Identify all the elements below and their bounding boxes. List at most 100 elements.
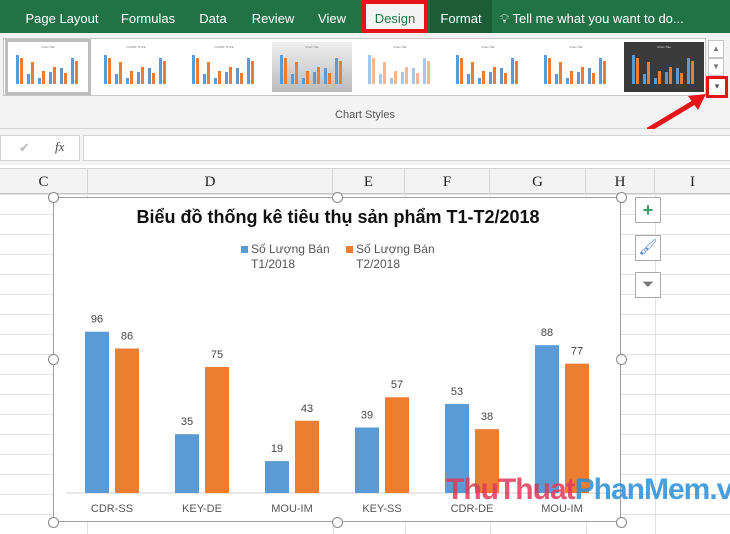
thumbnail-bar (130, 71, 133, 84)
data-label: 77 (571, 346, 583, 358)
data-label: 35 (181, 416, 193, 428)
thumbnail-bar (280, 55, 283, 84)
tab-data[interactable]: Data (192, 0, 234, 33)
data-label: 38 (481, 411, 493, 423)
resize-handle[interactable] (616, 517, 627, 528)
thumbnail-bar (313, 72, 316, 84)
chart-styles-brush-icon[interactable]: 🖌︎ (635, 235, 661, 261)
thumbnail-bar (401, 72, 404, 84)
data-label: 88 (541, 327, 553, 339)
category-label: CDR-SS (91, 503, 133, 515)
data-label: 86 (121, 331, 133, 343)
formula-buttons: ✔ fx (0, 135, 80, 161)
chart-elements-plus-icon[interactable]: + (635, 197, 661, 223)
tab-review[interactable]: Review (246, 0, 300, 33)
bar-t2[interactable] (385, 397, 409, 493)
thumbnail-bar (119, 61, 122, 84)
chart-style-thumbnail[interactable]: Chart Title (536, 42, 616, 92)
column-header-g[interactable]: G (490, 169, 586, 194)
bar-t1[interactable] (175, 434, 199, 493)
chart-style-thumbnail[interactable]: Chart Title (272, 42, 352, 92)
bar-t1[interactable] (535, 345, 559, 493)
chart-style-thumbnail[interactable]: CHART TITLE (96, 42, 176, 92)
chart-style-thumbnail[interactable]: Chart Title (624, 42, 704, 92)
chart-style-thumbnail[interactable]: CHART TITLE (184, 42, 264, 92)
column-header-e[interactable]: E (333, 169, 405, 194)
bar-t1[interactable] (85, 331, 109, 493)
thumbnail-bar (548, 58, 551, 84)
tell-me-search[interactable]: 💡︎ Tell me what you want to do... (500, 0, 700, 33)
tab-design[interactable]: Design (362, 0, 428, 33)
thumbnail-bar (108, 58, 111, 84)
thumbnail-bar (665, 72, 668, 84)
resize-handle[interactable] (48, 517, 59, 528)
resize-handle[interactable] (48, 192, 59, 203)
thumbnail-bar (405, 66, 408, 84)
thumbnail-bar (559, 61, 562, 84)
enter-check-icon[interactable]: ✔ (19, 140, 30, 156)
thumbnail-title: Chart Title (41, 45, 55, 49)
thumbnail-bar (148, 68, 151, 84)
thumbnail-bar (372, 58, 375, 84)
tab-page-layout[interactable]: Page Layout (18, 0, 106, 33)
column-header-f[interactable]: F (405, 169, 490, 194)
thumbnail-bar (126, 78, 129, 84)
data-label: 39 (361, 409, 373, 421)
thumbnail-bar (394, 71, 397, 84)
thumbnail-bar (544, 55, 547, 84)
resize-handle[interactable] (332, 517, 343, 528)
thumbnail-bar (500, 68, 503, 84)
thumbnail-bar (390, 78, 393, 84)
tab-view[interactable]: View (310, 0, 354, 33)
data-label: 43 (301, 403, 313, 415)
thumbnail-bar (592, 72, 595, 84)
insert-function-icon[interactable]: fx (55, 139, 64, 155)
resize-handle[interactable] (48, 354, 59, 365)
thumbnail-bar (27, 73, 30, 84)
thumbnail-bar (192, 55, 195, 84)
chart-style-thumbnail[interactable]: Chart Title (360, 42, 440, 92)
column-headers: C D E F G H I (0, 168, 730, 194)
thumbnail-bar (251, 60, 254, 84)
column-header-d[interactable]: D (88, 169, 333, 194)
thumbnail-bar (104, 55, 107, 84)
thumbnail-bar (680, 72, 683, 84)
bar-t2[interactable] (115, 348, 139, 493)
thumbnail-bar (676, 68, 679, 84)
chart-filter-funnel-icon[interactable]: ⏷ (635, 272, 661, 298)
bar-t1[interactable] (355, 427, 379, 493)
gallery-scroll-down[interactable]: ▼ (708, 58, 724, 76)
thumbnail-bar (577, 72, 580, 84)
formula-input[interactable] (83, 135, 730, 161)
thumbnail-bar (643, 73, 646, 84)
gallery-scroll-up[interactable]: ▲ (708, 40, 724, 58)
column-header-h[interactable]: H (586, 169, 655, 194)
column-header-i[interactable]: I (655, 169, 730, 194)
thumbnail-bar (339, 60, 342, 84)
thumbnail-bar (368, 55, 371, 84)
resize-handle[interactable] (616, 192, 627, 203)
thumbnail-bar (20, 58, 23, 84)
thumbnail-bar (306, 71, 309, 84)
chart-style-thumbnail[interactable]: Chart Title (448, 42, 528, 92)
bar-t2[interactable] (205, 367, 229, 493)
tab-formulas[interactable]: Formulas (112, 0, 184, 33)
column-header-c[interactable]: C (0, 169, 88, 194)
thumbnail-bar (427, 60, 430, 84)
thumbnail-bar (152, 72, 155, 84)
bar-t2[interactable] (295, 420, 319, 493)
chart-style-thumbnail[interactable]: Chart Title (5, 39, 91, 95)
thumbnail-bar (581, 66, 584, 84)
thumbnail-bar (658, 71, 661, 84)
lightbulb-icon: 💡︎ (500, 11, 513, 26)
resize-handle[interactable] (332, 192, 343, 203)
thumbnail-bar (566, 78, 569, 84)
thumbnail-bar (504, 72, 507, 84)
resize-handle[interactable] (616, 354, 627, 365)
thumbnail-bar (570, 71, 573, 84)
thumbnail-bar (159, 57, 162, 84)
thumbnail-bar (71, 57, 74, 84)
thumbnail-bar (669, 66, 672, 84)
tab-format[interactable]: Format (430, 0, 492, 33)
bar-t1[interactable] (265, 461, 289, 493)
